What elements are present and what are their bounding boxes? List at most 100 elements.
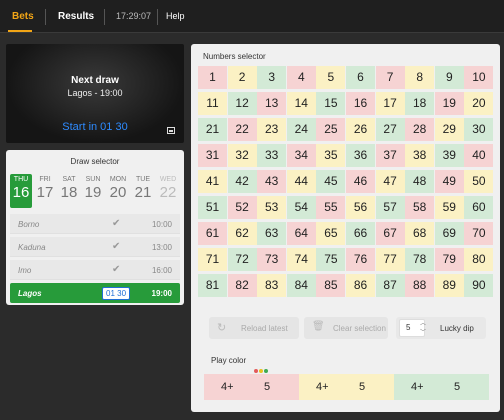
number-cell[interactable]: 47 [375, 170, 405, 193]
number-cell[interactable]: 31 [198, 144, 227, 167]
day-fri[interactable]: FRI 17 [34, 174, 56, 208]
number-cell[interactable]: 63 [257, 222, 287, 245]
number-cell[interactable]: 69 [434, 222, 464, 245]
number-cell[interactable]: 16 [346, 92, 375, 115]
number-cell[interactable]: 38 [405, 144, 435, 167]
number-cell[interactable]: 11 [198, 92, 227, 115]
number-cell[interactable]: 89 [434, 274, 464, 297]
number-cell[interactable]: 90 [464, 274, 494, 297]
number-cell[interactable]: 8 [405, 66, 435, 89]
number-cell[interactable]: 79 [434, 248, 464, 271]
number-cell[interactable]: 56 [346, 196, 375, 219]
number-cell[interactable]: 77 [375, 248, 405, 271]
number-cell[interactable]: 1 [198, 66, 227, 89]
number-cell[interactable]: 48 [405, 170, 435, 193]
number-cell[interactable]: 42 [227, 170, 257, 193]
number-cell[interactable]: 37 [375, 144, 405, 167]
number-cell[interactable]: 21 [198, 118, 227, 141]
day-mon[interactable]: MON 20 [107, 174, 129, 208]
number-cell[interactable]: 14 [286, 92, 316, 115]
number-cell[interactable]: 6 [346, 66, 375, 89]
number-cell[interactable]: 18 [405, 92, 435, 115]
number-cell[interactable]: 29 [434, 118, 464, 141]
number-cell[interactable]: 51 [198, 196, 227, 219]
number-cell[interactable]: 82 [227, 274, 257, 297]
number-cell[interactable]: 30 [464, 118, 494, 141]
number-cell[interactable]: 60 [464, 196, 494, 219]
number-cell[interactable]: 85 [316, 274, 346, 297]
clear-selection-button[interactable]: 🗑 Clear selection [304, 317, 388, 339]
number-cell[interactable]: 41 [198, 170, 227, 193]
fullscreen-icon[interactable] [167, 127, 175, 134]
number-cell[interactable]: 76 [346, 248, 375, 271]
number-cell[interactable]: 68 [405, 222, 435, 245]
number-cell[interactable]: 20 [464, 92, 494, 115]
number-cell[interactable]: 25 [316, 118, 346, 141]
number-cell[interactable]: 19 [434, 92, 464, 115]
number-cell[interactable]: 49 [434, 170, 464, 193]
number-cell[interactable]: 32 [227, 144, 257, 167]
number-cell[interactable]: 65 [316, 222, 346, 245]
stepper-arrows-icon[interactable]: ︿ ﹀ [420, 320, 426, 338]
day-tue[interactable]: TUE 21 [132, 174, 154, 208]
number-cell[interactable]: 71 [198, 248, 227, 271]
video-player[interactable]: Next draw Lagos - 19:00 Start in 01 30 [6, 44, 184, 143]
number-cell[interactable]: 73 [257, 248, 287, 271]
number-cell[interactable]: 44 [286, 170, 316, 193]
number-cell[interactable]: 24 [286, 118, 316, 141]
day-sat[interactable]: SAT 18 [58, 174, 80, 208]
number-cell[interactable]: 57 [375, 196, 405, 219]
tab-results[interactable]: Results [58, 0, 94, 33]
number-cell[interactable]: 61 [198, 222, 227, 245]
number-cell[interactable]: 66 [346, 222, 375, 245]
number-cell[interactable]: 52 [227, 196, 257, 219]
number-cell[interactable]: 54 [286, 196, 316, 219]
number-cell[interactable]: 5 [316, 66, 346, 89]
number-cell[interactable]: 64 [286, 222, 316, 245]
number-cell[interactable]: 39 [434, 144, 464, 167]
number-cell[interactable]: 43 [257, 170, 287, 193]
number-cell[interactable]: 67 [375, 222, 405, 245]
number-cell[interactable]: 46 [346, 170, 375, 193]
number-cell[interactable]: 34 [286, 144, 316, 167]
number-cell[interactable]: 10 [464, 66, 494, 89]
number-cell[interactable]: 58 [405, 196, 435, 219]
number-cell[interactable]: 45 [316, 170, 346, 193]
number-cell[interactable]: 87 [375, 274, 405, 297]
play-color-green[interactable]: 4+ 5 [394, 374, 489, 400]
number-cell[interactable]: 84 [286, 274, 316, 297]
day-sun[interactable]: SUN 19 [82, 174, 104, 208]
lucky-count-input[interactable]: 5 ︿ ﹀ [399, 319, 426, 338]
tab-bets[interactable]: Bets [12, 0, 34, 33]
number-cell[interactable]: 83 [257, 274, 287, 297]
number-cell[interactable]: 22 [227, 118, 257, 141]
reload-latest-button[interactable]: ↻ Reload latest [209, 317, 299, 339]
number-cell[interactable]: 17 [375, 92, 405, 115]
number-cell[interactable]: 35 [316, 144, 346, 167]
help-link[interactable]: Help [166, 0, 185, 33]
number-cell[interactable]: 59 [434, 196, 464, 219]
number-cell[interactable]: 23 [257, 118, 287, 141]
number-cell[interactable]: 72 [227, 248, 257, 271]
day-thu[interactable]: THU 16 [10, 174, 32, 208]
day-wed[interactable]: WED 22 [157, 174, 179, 208]
number-cell[interactable]: 28 [405, 118, 435, 141]
number-cell[interactable]: 86 [346, 274, 375, 297]
play-color-yellow[interactable]: 4+ 5 [299, 374, 394, 400]
number-cell[interactable]: 12 [227, 92, 257, 115]
number-cell[interactable]: 62 [227, 222, 257, 245]
number-cell[interactable]: 27 [375, 118, 405, 141]
number-cell[interactable]: 26 [346, 118, 375, 141]
number-cell[interactable]: 53 [257, 196, 287, 219]
number-cell[interactable]: 70 [464, 222, 494, 245]
number-cell[interactable]: 33 [257, 144, 287, 167]
number-cell[interactable]: 7 [375, 66, 405, 89]
number-cell[interactable]: 2 [227, 66, 257, 89]
lucky-dip-button[interactable]: Lucky dip [440, 324, 474, 333]
number-cell[interactable]: 80 [464, 248, 494, 271]
number-cell[interactable]: 9 [434, 66, 464, 89]
number-cell[interactable]: 50 [464, 170, 494, 193]
number-cell[interactable]: 74 [286, 248, 316, 271]
number-cell[interactable]: 4 [286, 66, 316, 89]
number-cell[interactable]: 40 [464, 144, 494, 167]
